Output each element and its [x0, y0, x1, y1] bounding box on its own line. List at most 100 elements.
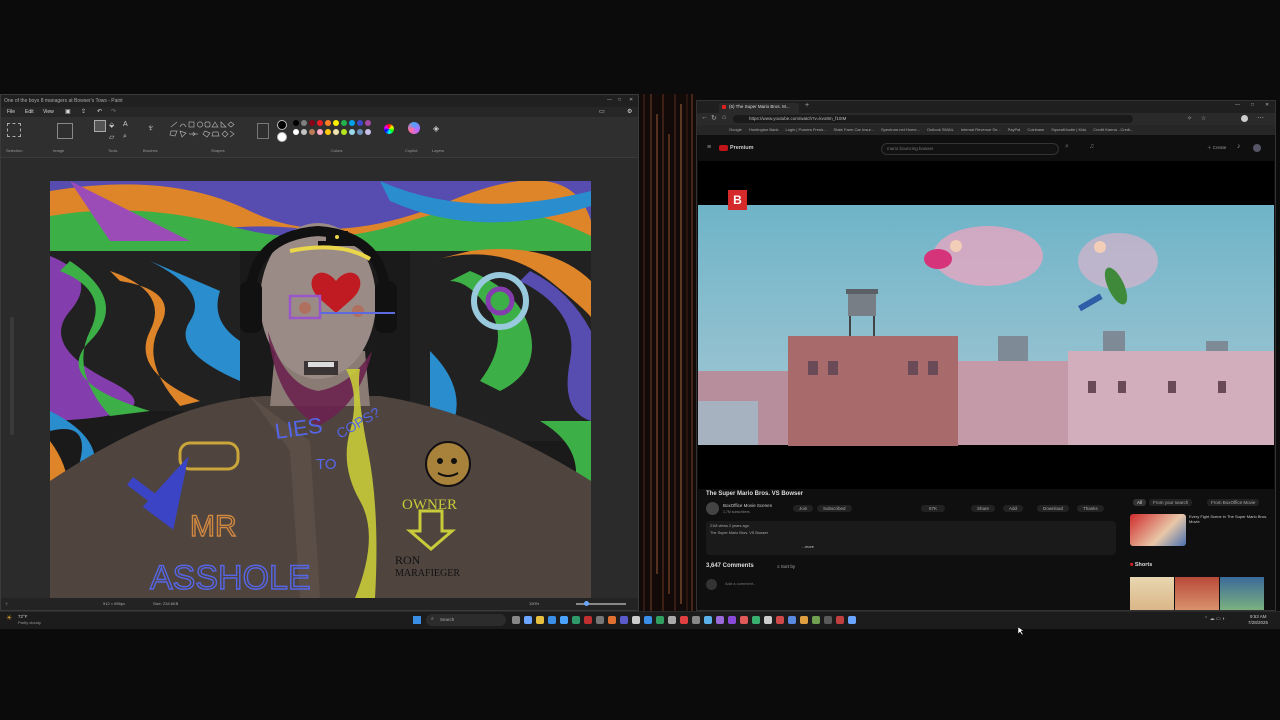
bookmark-item[interactable]: Coinbase — [1027, 125, 1044, 135]
settings-icon[interactable]: ⚙ — [627, 108, 632, 115]
add-comment-input[interactable]: Add a comment... — [725, 581, 756, 586]
bookmark-item[interactable]: Internal Revenue Se... — [961, 125, 1001, 135]
youtube-search-input[interactable]: mario bouncing bowser — [881, 143, 1059, 155]
palette-swatch[interactable] — [333, 129, 339, 135]
minimize-button[interactable]: — — [607, 97, 612, 103]
taskbar-app-icon[interactable] — [788, 616, 796, 624]
palette-swatch[interactable] — [341, 129, 347, 135]
brush-icon[interactable]: ♆ — [147, 123, 155, 134]
taskbar-app-icon[interactable] — [644, 616, 652, 624]
new-tab-icon[interactable]: + — [805, 102, 809, 109]
taskbar-app-icon[interactable] — [560, 616, 568, 624]
palette-swatch[interactable] — [301, 129, 307, 135]
weather-icon[interactable]: ☀ — [6, 614, 12, 622]
menu-view[interactable]: View — [43, 109, 54, 115]
home-icon[interactable]: ⌂ — [722, 114, 726, 121]
taskbar-app-icon[interactable] — [656, 616, 664, 624]
channel-name[interactable]: BoxOffice Movie Scenes — [723, 503, 772, 508]
taskbar-app-icon[interactable] — [716, 616, 724, 624]
taskbar-app-icon[interactable] — [848, 616, 856, 624]
taskbar-app-icon[interactable] — [752, 616, 760, 624]
recommended-thumbnail[interactable] — [1130, 514, 1186, 546]
crop-icon[interactable] — [57, 123, 73, 139]
thanks-button[interactable]: Thanks — [1077, 505, 1104, 512]
selection-icon[interactable] — [7, 123, 21, 137]
browser-close-button[interactable]: ✕ — [1265, 102, 1269, 108]
palette-swatch[interactable] — [349, 120, 355, 126]
color-palette[interactable] — [293, 120, 383, 140]
taskbar-app-icon[interactable] — [512, 616, 520, 624]
layers-icon[interactable]: ◈ — [433, 124, 439, 133]
search-icon[interactable]: ⌕ — [1065, 143, 1069, 151]
taskbar-app-icon[interactable] — [632, 616, 640, 624]
like-button[interactable]: 87K — [921, 505, 946, 512]
account-avatar[interactable] — [1253, 144, 1261, 152]
taskbar-app-icon[interactable] — [596, 616, 604, 624]
short-thumbnail-3[interactable] — [1220, 577, 1264, 610]
taskbar-app-icon[interactable] — [704, 616, 712, 624]
youtube-logo-text[interactable]: Premium — [730, 145, 754, 151]
color-2[interactable] — [277, 132, 287, 142]
taskbar-app-icon[interactable] — [536, 616, 544, 624]
start-icon[interactable] — [413, 616, 421, 624]
favorites-icon[interactable]: ☆ — [1201, 115, 1206, 122]
video-player[interactable]: B — [698, 161, 1274, 489]
shape-outline-icon[interactable] — [257, 123, 269, 139]
zoom-slider-thumb[interactable] — [584, 601, 589, 606]
show-more-link[interactable]: ...more — [802, 545, 814, 549]
bookmark-item[interactable]: Google — [729, 125, 742, 135]
palette-swatch[interactable] — [293, 129, 299, 135]
filter-channel[interactable]: From BoxOffice Movie — [1207, 499, 1260, 506]
eraser-icon[interactable]: ▱ — [109, 133, 114, 141]
browser-maximize-button[interactable]: □ — [1251, 102, 1254, 108]
profile-avatar[interactable] — [1241, 115, 1248, 122]
taskbar-app-icon[interactable] — [728, 616, 736, 624]
back-icon[interactable]: ← — [701, 114, 708, 121]
save-icon[interactable]: ▣ — [65, 108, 71, 115]
bookmark-item[interactable]: Spectrum.net Home... — [881, 125, 920, 135]
taskbar-app-icon[interactable] — [692, 616, 700, 624]
drawing-canvas[interactable]: LIES TO COPS? OWNER MR RON MARAFIEGER AS… — [50, 181, 591, 598]
notifications-icon[interactable]: ♪ — [1237, 143, 1241, 150]
palette-swatch[interactable] — [317, 129, 323, 135]
share-icon[interactable]: ⇪ — [81, 108, 86, 115]
sort-by-button[interactable]: ≡ Sort by — [777, 564, 795, 569]
browser-minimize-button[interactable]: — — [1235, 102, 1240, 108]
subscribed-button[interactable]: Subscribed — [817, 505, 852, 512]
palette-swatch[interactable] — [357, 120, 363, 126]
taskbar-app-icon[interactable] — [620, 616, 628, 624]
bookmark-item[interactable]: SqueaKfootie | Kids — [1051, 125, 1086, 135]
zoom-side-slider[interactable] — [10, 317, 14, 435]
menu-icon[interactable]: ⋯ — [1257, 114, 1264, 122]
taskbar-app-icon[interactable] — [740, 616, 748, 624]
short-thumbnail-1[interactable] — [1130, 577, 1174, 610]
tray-icons[interactable]: ⌃ ☁ ▭ ◗ — [1204, 616, 1225, 622]
taskbar-app-icon[interactable] — [800, 616, 808, 624]
undo-icon[interactable]: ↶ — [97, 108, 102, 115]
add-button[interactable]: Add — [1003, 505, 1024, 512]
palette-swatch[interactable] — [293, 120, 299, 126]
taskbar-app-icon[interactable] — [668, 616, 676, 624]
taskbar-app-icon[interactable] — [584, 616, 592, 624]
palette-swatch[interactable] — [301, 120, 307, 126]
filter-search[interactable]: From your search — [1149, 499, 1193, 506]
edit-colors-icon[interactable] — [384, 124, 394, 134]
picker-icon[interactable]: ⌕ — [123, 133, 127, 141]
taskbar-search[interactable]: ⌕ Search — [426, 614, 506, 626]
taskbar-app-icon[interactable] — [680, 616, 688, 624]
filter-all[interactable]: All — [1133, 499, 1147, 506]
url-input[interactable]: https://www.youtube.com/watch?v=kvo8m_f1… — [733, 115, 1133, 123]
comment-icon[interactable]: ▭ — [599, 108, 605, 115]
palette-swatch[interactable] — [365, 120, 371, 126]
palette-swatch[interactable] — [333, 120, 339, 126]
palette-swatch[interactable] — [341, 120, 347, 126]
taskbar-app-icon[interactable] — [572, 616, 580, 624]
palette-swatch[interactable] — [317, 120, 323, 126]
bookmark-item[interactable]: Credit Karma - Credi... — [1093, 125, 1133, 135]
bookmark-item[interactable]: Login | Powers Fresh... — [785, 125, 826, 135]
description-box[interactable]: 21M views 2 years ago The Super Mario Br… — [706, 521, 1116, 555]
close-button[interactable]: ✕ — [629, 97, 633, 103]
pencil-icon[interactable] — [94, 120, 106, 132]
menu-file[interactable]: File — [7, 109, 15, 115]
create-button[interactable]: ＋ Create — [1207, 145, 1226, 151]
